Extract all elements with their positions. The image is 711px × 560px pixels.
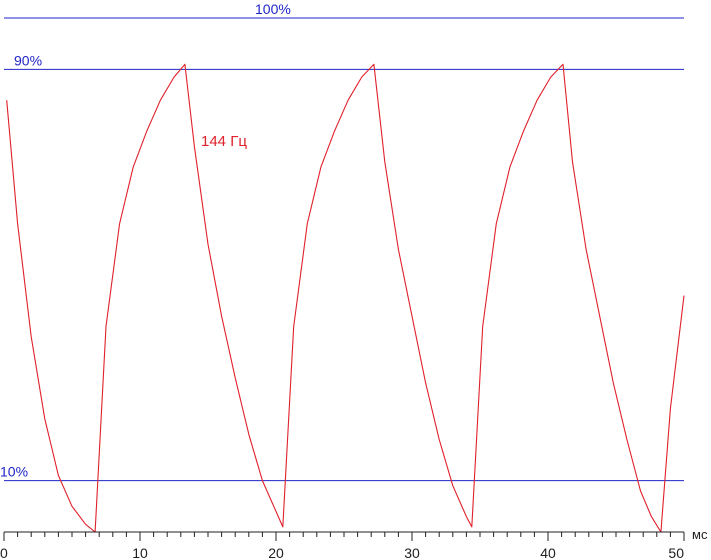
x-unit-label: мс [692, 527, 708, 542]
series-label-0: 144 Гц [201, 133, 247, 150]
series-line-0 [6, 63, 685, 533]
x-tick-label: 50 [668, 545, 684, 560]
series-group: 144 Гц [6, 63, 685, 533]
x-axis: 0 10 20 30 40 50 мс [0, 527, 708, 560]
reference-label-100: 100% [255, 1, 291, 17]
reference-label-10: 10% [0, 464, 28, 480]
x-tick-label: 40 [540, 545, 556, 560]
reference-lines: 100% 90% 10% [0, 1, 684, 482]
x-tick-label: 10 [132, 545, 148, 560]
x-tick-label: 0 [0, 545, 8, 560]
chart-svg: 100% 90% 10% 144 Гц 0 10 20 30 40 50 мс [0, 1, 708, 560]
x-tick-label: 30 [404, 545, 420, 560]
x-tick-label: 20 [268, 545, 284, 560]
reference-label-90: 90% [14, 52, 42, 68]
